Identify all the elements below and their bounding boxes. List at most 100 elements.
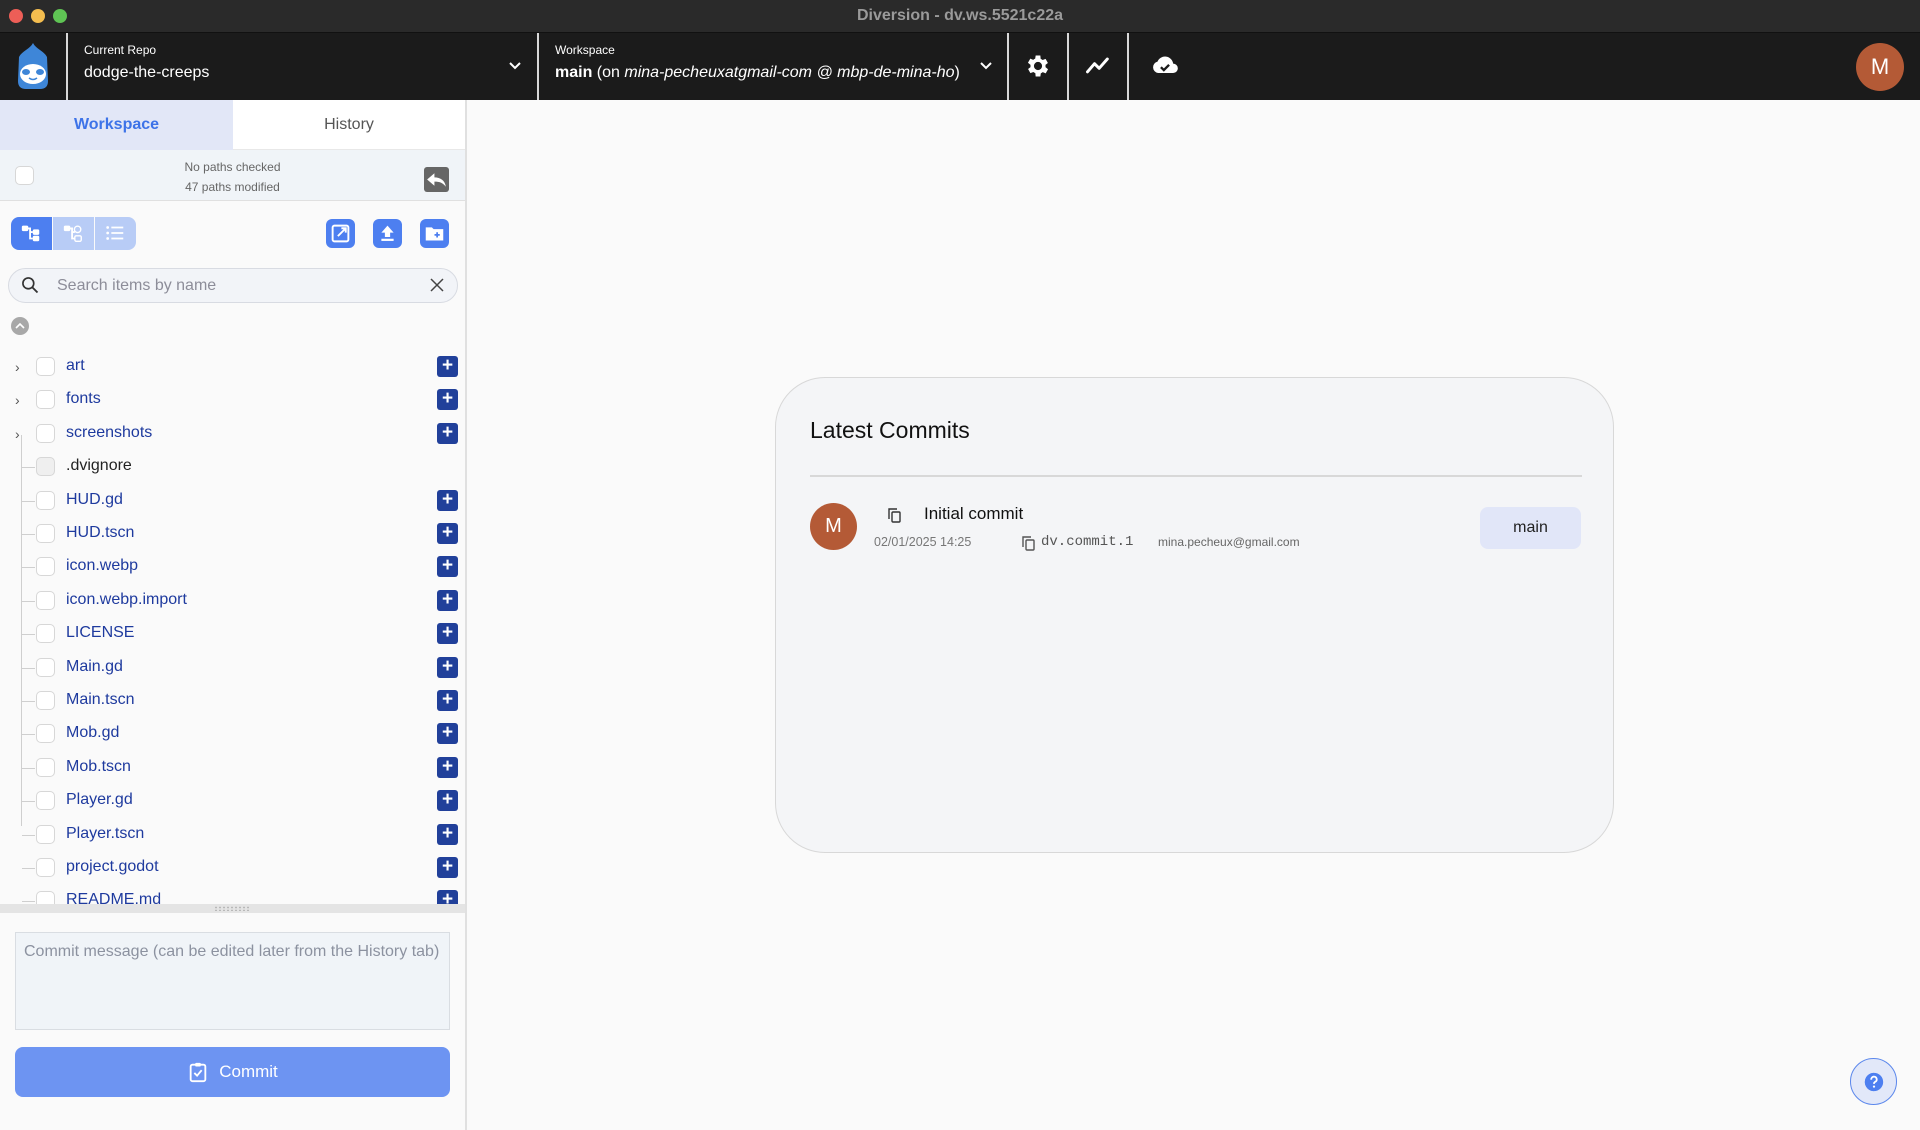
add-to-commit-button[interactable]: + [437,422,458,444]
tab-workspace[interactable]: Workspace [0,100,233,150]
row-checkbox[interactable] [36,590,55,610]
search-input[interactable] [57,275,417,297]
card-title: Latest Commits [810,417,970,443]
add-to-commit-button[interactable]: + [437,556,458,578]
file-row[interactable]: Player.gd + [0,786,465,816]
item-name: .dvignore [66,457,132,475]
chevron-right-icon[interactable]: › [15,392,20,408]
folder-row[interactable]: › fonts + [0,385,465,415]
commit-button[interactable]: Commit [15,1047,450,1097]
file-row[interactable]: icon.webp + [0,552,465,582]
add-to-commit-button[interactable]: + [437,389,458,411]
new-folder-button[interactable] [420,219,449,248]
repo-selector[interactable]: Current Repo dodge-the-creeps [68,33,537,100]
search-icon [22,277,39,294]
workspace-selector[interactable]: Workspace main (on mina-pecheuxatgmail-c… [539,33,1008,100]
tree-view-button[interactable] [11,217,52,250]
file-row[interactable]: project.godot + [0,853,465,883]
tree-branch-line [22,667,35,669]
cloud-check-icon [1153,56,1178,73]
item-name: Mob.gd [66,724,120,742]
user-avatar[interactable]: M [1856,43,1904,91]
collapse-all-button[interactable] [11,317,29,335]
add-to-commit-button[interactable]: + [437,489,458,511]
add-to-commit-button[interactable]: + [437,523,458,544]
file-row[interactable]: Player.tscn + [0,820,465,850]
chevron-right-icon[interactable]: › [15,426,20,442]
add-to-commit-button[interactable]: + [437,656,458,678]
file-row[interactable]: Main.tscn + [0,686,465,716]
row-checkbox[interactable] [36,357,55,376]
branch-badge[interactable]: main [1480,507,1581,549]
item-name: Player.tscn [66,824,145,842]
chevron-right-icon[interactable]: › [15,359,20,375]
tree-branch-line [22,801,35,803]
row-checkbox[interactable] [36,858,55,877]
clear-search-icon[interactable] [428,276,446,294]
analytics-button[interactable] [1069,33,1128,100]
revert-button[interactable] [424,167,449,192]
file-row[interactable]: .dvignore [0,452,465,482]
row-checkbox[interactable] [36,557,55,577]
tree-branch-line [22,868,35,869]
file-row[interactable]: HUD.tscn + [0,519,465,549]
item-name: Main.tscn [66,691,135,708]
app-header: Current Repo dodge-the-creeps Workspace … [0,33,1920,100]
add-to-commit-button[interactable]: + [437,857,458,878]
add-to-commit-button[interactable]: + [437,690,458,711]
file-row[interactable]: Mob.gd + [0,719,465,749]
repo-label: Current Repo [84,43,157,57]
grip-icon [214,906,250,911]
commit-message-input[interactable] [15,932,450,1030]
file-row[interactable]: LICENSE + [0,619,465,649]
panel-resize-handle[interactable] [0,904,465,913]
row-checkbox[interactable] [36,524,55,543]
list-icon [106,226,124,240]
file-row[interactable]: Mob.tscn + [0,753,465,783]
diversion-logo-icon [18,43,48,89]
workspace-detail-suffix: ) [954,64,960,81]
copy-message-icon[interactable] [888,508,902,523]
copy-id-icon[interactable] [1022,536,1036,551]
row-checkbox[interactable] [36,791,55,811]
row-checkbox[interactable] [36,657,55,677]
add-to-commit-button[interactable]: + [437,589,458,611]
add-to-commit-button[interactable]: + [437,623,458,645]
tree-branch-line [22,701,35,702]
file-row[interactable]: HUD.gd + [0,486,465,516]
item-name: art [66,357,85,374]
help-chat-icon [1864,1072,1883,1093]
list-view-button[interactable] [95,217,136,250]
settings-button[interactable] [1009,33,1068,100]
upload-button[interactable] [373,219,402,248]
tree-branch-line [22,600,35,602]
tree-branch-line [22,500,35,502]
file-row[interactable]: icon.webp.import + [0,586,465,616]
open-external-button[interactable] [326,219,355,248]
chevron-down-icon [980,62,992,70]
help-button[interactable] [1850,1058,1897,1105]
cloud-sync-button[interactable] [1129,33,1201,100]
add-to-commit-button[interactable]: + [437,790,458,812]
row-checkbox[interactable] [36,824,55,844]
row-checkbox[interactable] [36,390,55,410]
row-checkbox[interactable] [36,624,55,644]
tree-branch-line [22,767,35,769]
file-row[interactable]: Main.gd + [0,653,465,683]
add-to-commit-button[interactable]: + [437,756,458,778]
tree-changes-view-button[interactable] [53,217,94,250]
tree-branch-line [22,467,35,469]
divider [810,475,1582,477]
tree-branch-line [22,534,35,535]
folder-row[interactable]: › screenshots + [0,419,465,449]
folder-row[interactable]: › art + [0,352,465,382]
add-to-commit-button[interactable]: + [437,356,458,377]
add-to-commit-button[interactable]: + [437,723,458,745]
add-to-commit-button[interactable]: + [437,823,458,845]
row-checkbox[interactable] [36,423,55,443]
row-checkbox[interactable] [36,724,55,744]
tab-history[interactable]: History [233,100,465,150]
row-checkbox[interactable] [36,757,55,777]
row-checkbox[interactable] [36,691,55,710]
row-checkbox[interactable] [36,490,55,510]
